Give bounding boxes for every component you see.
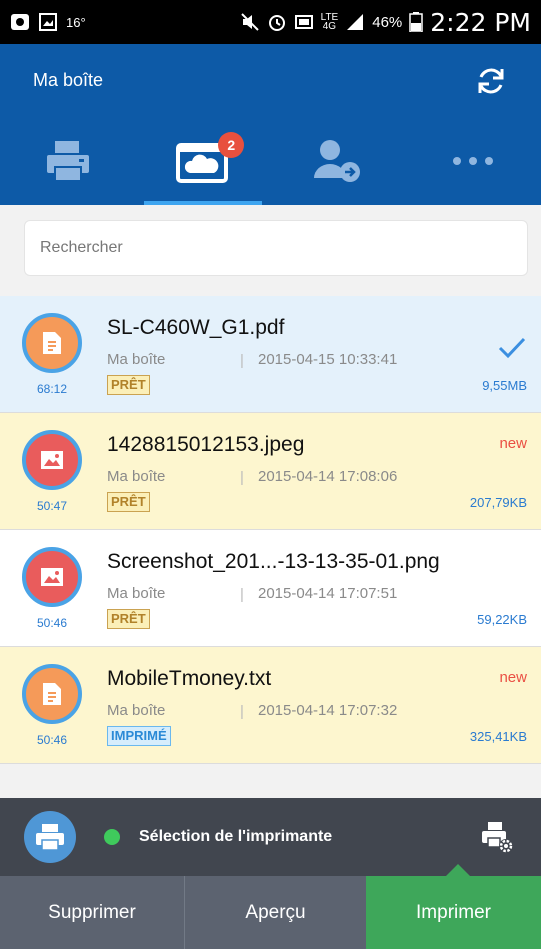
printer-selection-bar[interactable]: Sélection de l'imprimante [0,798,541,876]
printer-selection-label: Sélection de l'imprimante [139,828,333,845]
battery-percent: 46% [372,13,403,31]
list-item[interactable]: 50:46 Screenshot_201...-13-13-35-01.png … [0,530,541,647]
new-tag: new [499,435,527,452]
clock: 2:22 PM [430,7,531,37]
divider: | [240,352,244,369]
file-type-badge [22,547,82,607]
status-badge: IMPRIMÉ [107,726,171,746]
status-badge: PRÊT [107,609,150,629]
file-location: Ma boîte [107,468,166,485]
preview-button[interactable]: Aperçu [185,876,366,949]
tab-my-box[interactable]: 2 [135,117,270,205]
network-type: LTE 4G [320,12,339,32]
tab-share[interactable] [271,117,406,205]
user-forward-icon [314,140,361,182]
image-notification-icon [39,13,57,31]
app-header: Ma boîte [0,44,541,117]
alarm-icon [268,15,285,31]
file-name: SL-C460W_G1.pdf [107,316,285,339]
printer-icon [46,141,89,182]
search-input[interactable] [24,220,528,276]
mute-icon [240,13,259,31]
refresh-icon [478,68,504,93]
temperature-text: 16° [66,14,86,30]
expiry-timer: 68:12 [36,382,68,396]
status-bar: 16° LTE 4G 46% 2:22 PM [0,0,541,44]
new-tag: new [499,669,527,686]
checkmark-icon [498,337,526,359]
printer-settings-button[interactable] [477,817,517,857]
divider: | [240,703,244,720]
file-location: Ma boîte [107,585,166,602]
image-icon [41,568,63,586]
expiry-timer: 50:47 [36,499,68,513]
tab-more[interactable] [406,117,541,205]
file-date: 2015-04-14 17:07:32 [258,702,398,719]
document-icon [43,332,61,354]
status-badge: PRÊT [107,375,150,395]
file-name: 1428815012153.jpeg [107,433,305,456]
more-icon [453,157,494,165]
file-date: 2015-04-14 17:07:51 [258,585,398,602]
file-name: MobileTmoney.txt [107,667,272,690]
file-size: 9,55MB [482,378,527,393]
file-type-badge [22,664,82,724]
file-list: 68:12 SL-C460W_G1.pdf Ma boîte | 2015-04… [0,296,541,764]
file-size: 325,41KB [469,729,527,744]
image-icon [41,451,63,469]
printer-status-dot [104,829,120,845]
app-notification-icon [11,14,29,30]
file-name: Screenshot_201...-13-13-35-01.png [107,550,440,573]
file-type-badge [22,430,82,490]
tab-printers[interactable] [0,117,135,205]
battery-icon [409,12,424,32]
list-item[interactable]: 50:46 new MobileTmoney.txt Ma boîte | 20… [0,647,541,764]
expiry-timer: 50:46 [36,616,68,630]
page-title: Ma boîte [33,70,104,90]
expiry-timer: 50:46 [36,733,68,747]
file-date: 2015-04-14 17:08:06 [258,468,398,485]
document-icon [43,683,61,705]
list-item[interactable]: 68:12 SL-C460W_G1.pdf Ma boîte | 2015-04… [0,296,541,413]
printer-avatar [24,811,76,863]
file-date: 2015-04-15 10:33:41 [258,351,398,368]
notification-badge: 2 [218,132,245,158]
file-location: Ma boîte [107,351,166,368]
print-button[interactable]: Imprimer [366,876,541,949]
divider: | [240,586,244,603]
data-saver-icon [294,15,313,29]
file-size: 207,79KB [469,495,527,510]
list-item[interactable]: 50:47 new 1428815012153.jpeg Ma boîte | … [0,413,541,530]
refresh-button[interactable] [471,61,511,101]
printer-settings-icon [482,822,513,853]
file-size: 59,22KB [477,612,527,627]
delete-button[interactable]: Supprimer [0,876,185,949]
signal-icon [347,14,364,30]
divider: | [240,469,244,486]
status-badge: PRÊT [107,492,150,512]
tab-bar: 2 [0,117,541,205]
file-type-badge [22,313,82,373]
file-location: Ma boîte [107,702,166,719]
printer-icon [36,824,64,851]
action-bar: Supprimer Aperçu Imprimer [0,876,541,949]
